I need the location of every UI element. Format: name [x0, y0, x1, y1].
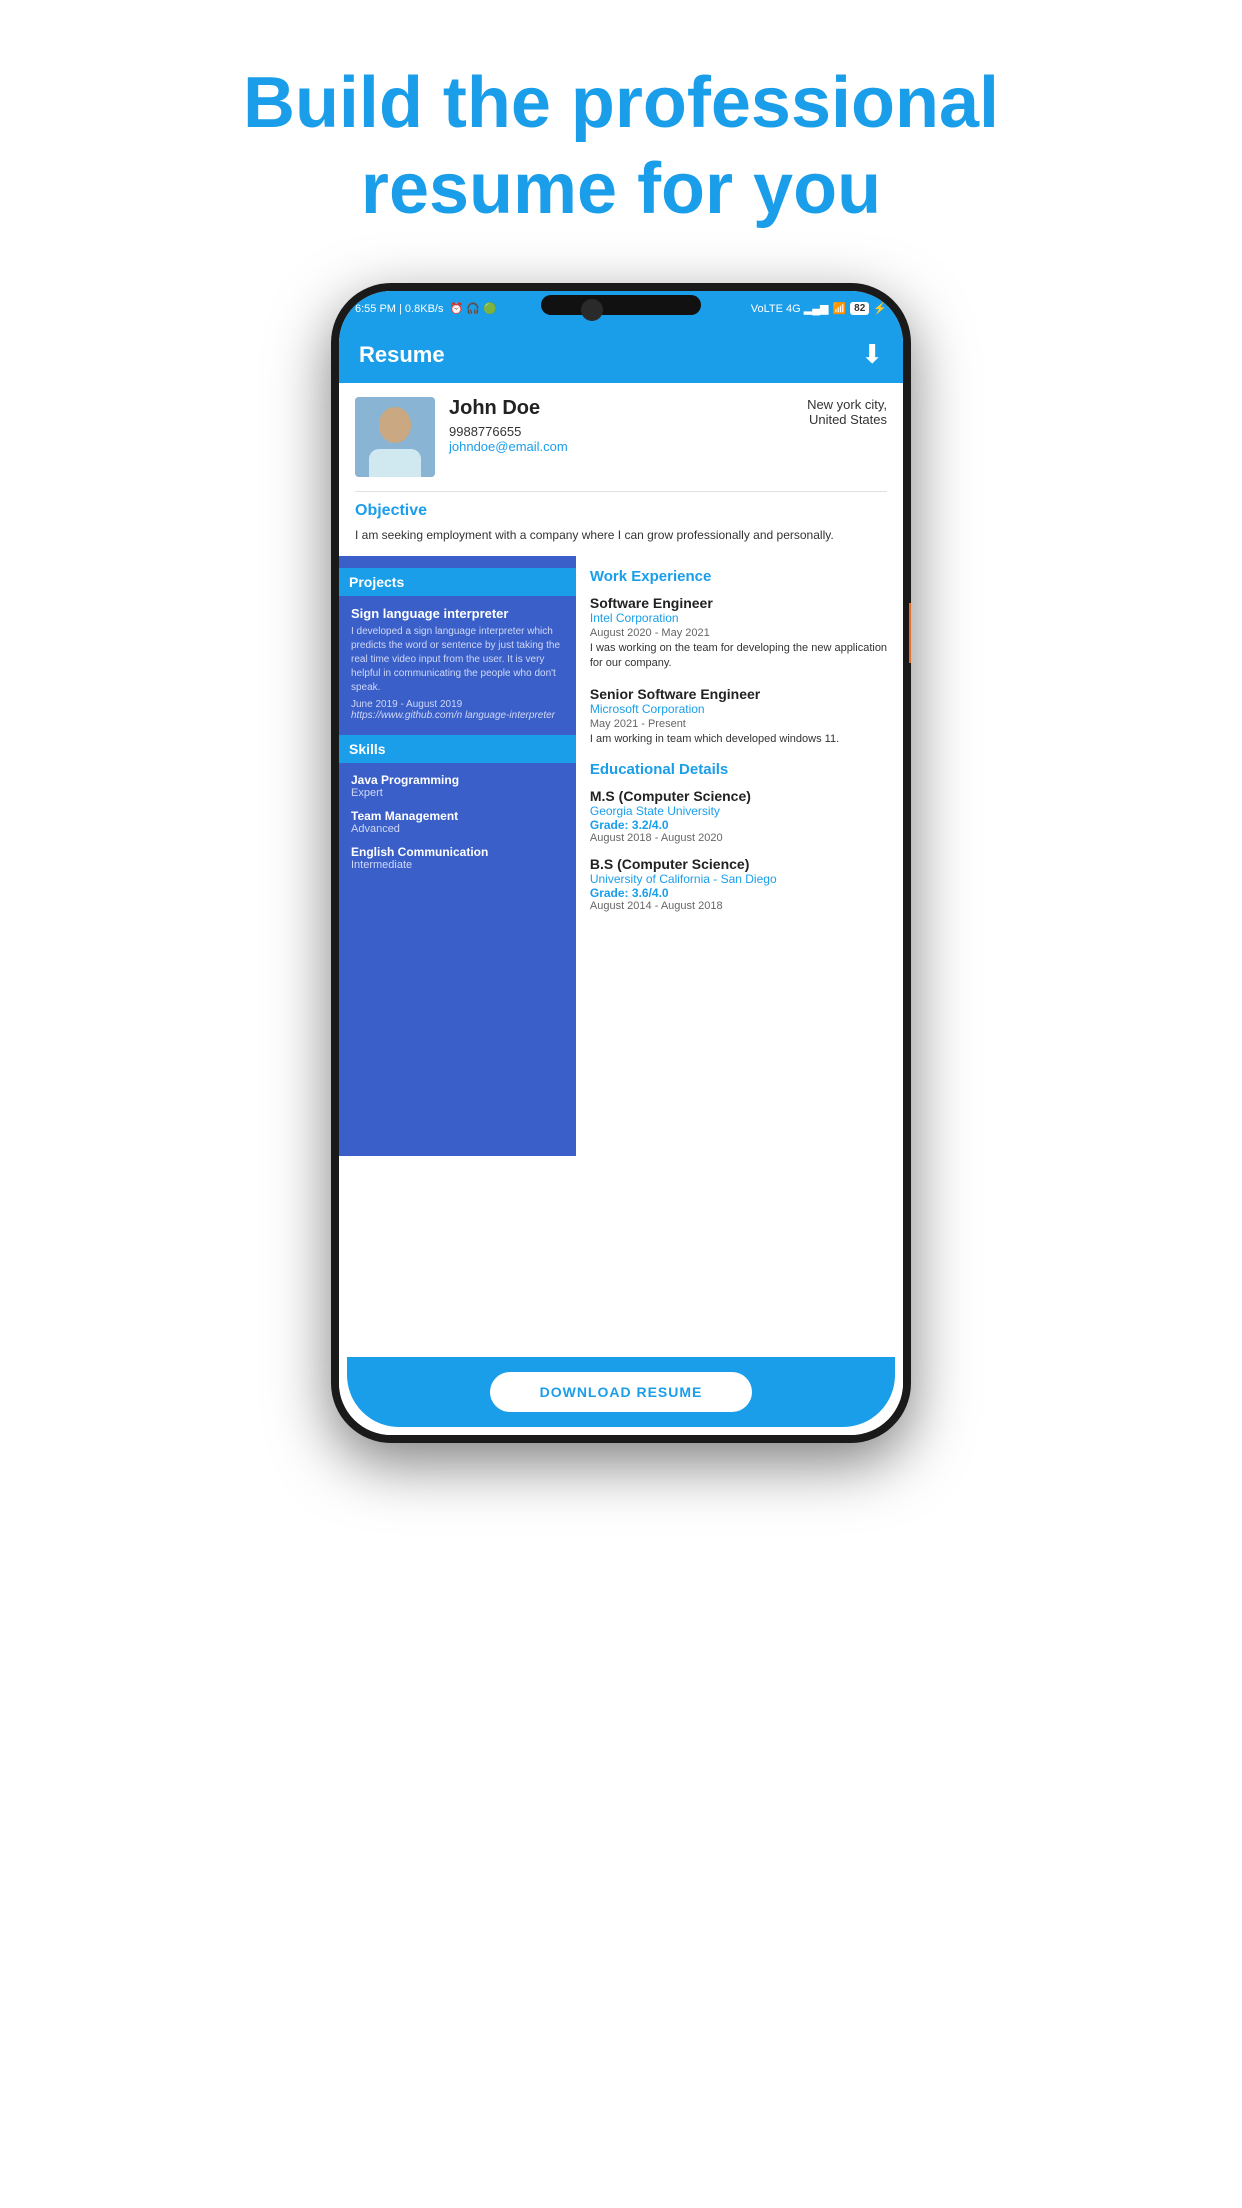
edu-grade-value-1: 3.6/4.0: [632, 886, 669, 900]
phone-screen: 6:55 PM | 0.8KB/s ⏰ 🎧 🟢 VoLTE 4G ▂▄▆ 📶 8…: [339, 291, 903, 1435]
project-link-0: https://www.github.com/n language-interp…: [351, 710, 564, 721]
job-company-0: Intel Corporation: [590, 611, 889, 625]
project-desc-0: I developed a sign language interpreter …: [351, 625, 564, 695]
skill-item-1: Team Management Advanced: [351, 809, 564, 835]
profile-avatar-svg: [355, 397, 435, 477]
download-resume-button[interactable]: DOWNLOAD RESUME: [490, 1372, 753, 1412]
edu-degree-1: B.S (Computer Science): [590, 856, 889, 872]
headline-line2: resume for you: [361, 149, 881, 229]
skill-name-0: Java Programming: [351, 773, 564, 787]
edu-item-0: M.S (Computer Science) Georgia State Uni…: [590, 788, 889, 844]
phone-camera: [581, 299, 603, 321]
skill-name-1: Team Management: [351, 809, 564, 823]
projects-title: Projects: [339, 568, 576, 596]
bottom-bar: DOWNLOAD RESUME: [347, 1357, 895, 1427]
objective-section: Objective I am seeking employment with a…: [339, 492, 903, 556]
edu-university-1: University of California - San Diego: [590, 872, 889, 886]
job-title-1: Senior Software Engineer: [590, 686, 889, 702]
side-button: [909, 603, 911, 663]
job-item-0: Software Engineer Intel Corporation Augu…: [590, 595, 889, 672]
phone-device: 6:55 PM | 0.8KB/s ⏰ 🎧 🟢 VoLTE 4G ▂▄▆ 📶 8…: [331, 283, 911, 1443]
edu-date-0: August 2018 - August 2020: [590, 832, 889, 844]
profile-country: United States: [807, 412, 887, 427]
headline-line1: Build the professional: [243, 63, 999, 143]
project-date-0: June 2019 - August 2019: [351, 699, 564, 710]
battery-indicator: 82: [850, 302, 869, 315]
battery-charging: ⚡: [873, 302, 887, 315]
page-headline: Build the professional resume for you: [163, 60, 1079, 233]
resume-content: John Doe 9988776655 johndoe@email.com Ne…: [339, 383, 903, 1435]
skill-level-0: Expert: [351, 787, 564, 799]
profile-location: New york city, United States: [807, 397, 887, 427]
phone-mockup: 6:55 PM | 0.8KB/s ⏰ 🎧 🟢 VoLTE 4G ▂▄▆ 📶 8…: [331, 283, 911, 2183]
edu-university-0: Georgia State University: [590, 804, 889, 818]
edu-grade-0: Grade: 3.2/4.0: [590, 818, 889, 832]
left-column: Projects Sign language interpreter I dev…: [339, 556, 576, 1156]
profile-city: New york city,: [807, 397, 887, 412]
edu-grade-value-0: 3.2/4.0: [632, 818, 669, 832]
skill-level-2: Intermediate: [351, 859, 564, 871]
profile-email: johndoe@email.com: [449, 439, 793, 454]
app-header: Resume ⬇: [339, 327, 903, 383]
app-title: Resume: [359, 342, 445, 368]
work-exp-title: Work Experience: [590, 568, 889, 585]
status-sim: VoLTE 4G ▂▄▆: [751, 302, 829, 315]
skill-item-0: Java Programming Expert: [351, 773, 564, 799]
header-download-icon[interactable]: ⬇: [861, 339, 883, 370]
job-desc-0: I was working on the team for developing…: [590, 641, 889, 672]
edu-grade-label-0: Grade:: [590, 818, 632, 832]
objective-text: I am seeking employment with a company w…: [355, 526, 887, 544]
status-wifi: 📶: [832, 302, 846, 315]
status-left: 6:55 PM | 0.8KB/s ⏰ 🎧 🟢: [355, 302, 497, 315]
status-right: VoLTE 4G ▂▄▆ 📶 82 ⚡: [751, 302, 887, 315]
skills-title: Skills: [339, 735, 576, 763]
edu-date-1: August 2014 - August 2018: [590, 900, 889, 912]
skill-level-1: Advanced: [351, 823, 564, 835]
status-time: 6:55 PM | 0.8KB/s: [355, 303, 443, 315]
edu-grade-1: Grade: 3.6/4.0: [590, 886, 889, 900]
objective-title: Objective: [355, 502, 887, 520]
profile-name: John Doe: [449, 397, 793, 420]
edu-degree-0: M.S (Computer Science): [590, 788, 889, 804]
project-item-0: Sign language interpreter I developed a …: [351, 606, 564, 721]
profile-section: John Doe 9988776655 johndoe@email.com Ne…: [339, 383, 903, 491]
skill-item-2: English Communication Intermediate: [351, 845, 564, 871]
job-desc-1: I am working in team which developed win…: [590, 732, 889, 747]
edu-grade-label-1: Grade:: [590, 886, 632, 900]
project-title-0: Sign language interpreter: [351, 606, 564, 621]
job-date-0: August 2020 - May 2021: [590, 627, 889, 639]
edu-item-1: B.S (Computer Science) University of Cal…: [590, 856, 889, 912]
two-column-section: Projects Sign language interpreter I dev…: [339, 556, 903, 1156]
phone-speaker: [541, 295, 701, 315]
edu-title: Educational Details: [590, 761, 889, 778]
job-date-1: May 2021 - Present: [590, 718, 889, 730]
job-company-1: Microsoft Corporation: [590, 702, 889, 716]
job-title-0: Software Engineer: [590, 595, 889, 611]
status-icons: ⏰ 🎧 🟢: [449, 302, 496, 315]
profile-phone: 9988776655: [449, 424, 793, 439]
right-column: Work Experience Software Engineer Intel …: [576, 556, 903, 1156]
job-item-1: Senior Software Engineer Microsoft Corpo…: [590, 686, 889, 747]
profile-photo: [355, 397, 435, 477]
profile-info: John Doe 9988776655 johndoe@email.com: [449, 397, 793, 454]
skill-name-2: English Communication: [351, 845, 564, 859]
